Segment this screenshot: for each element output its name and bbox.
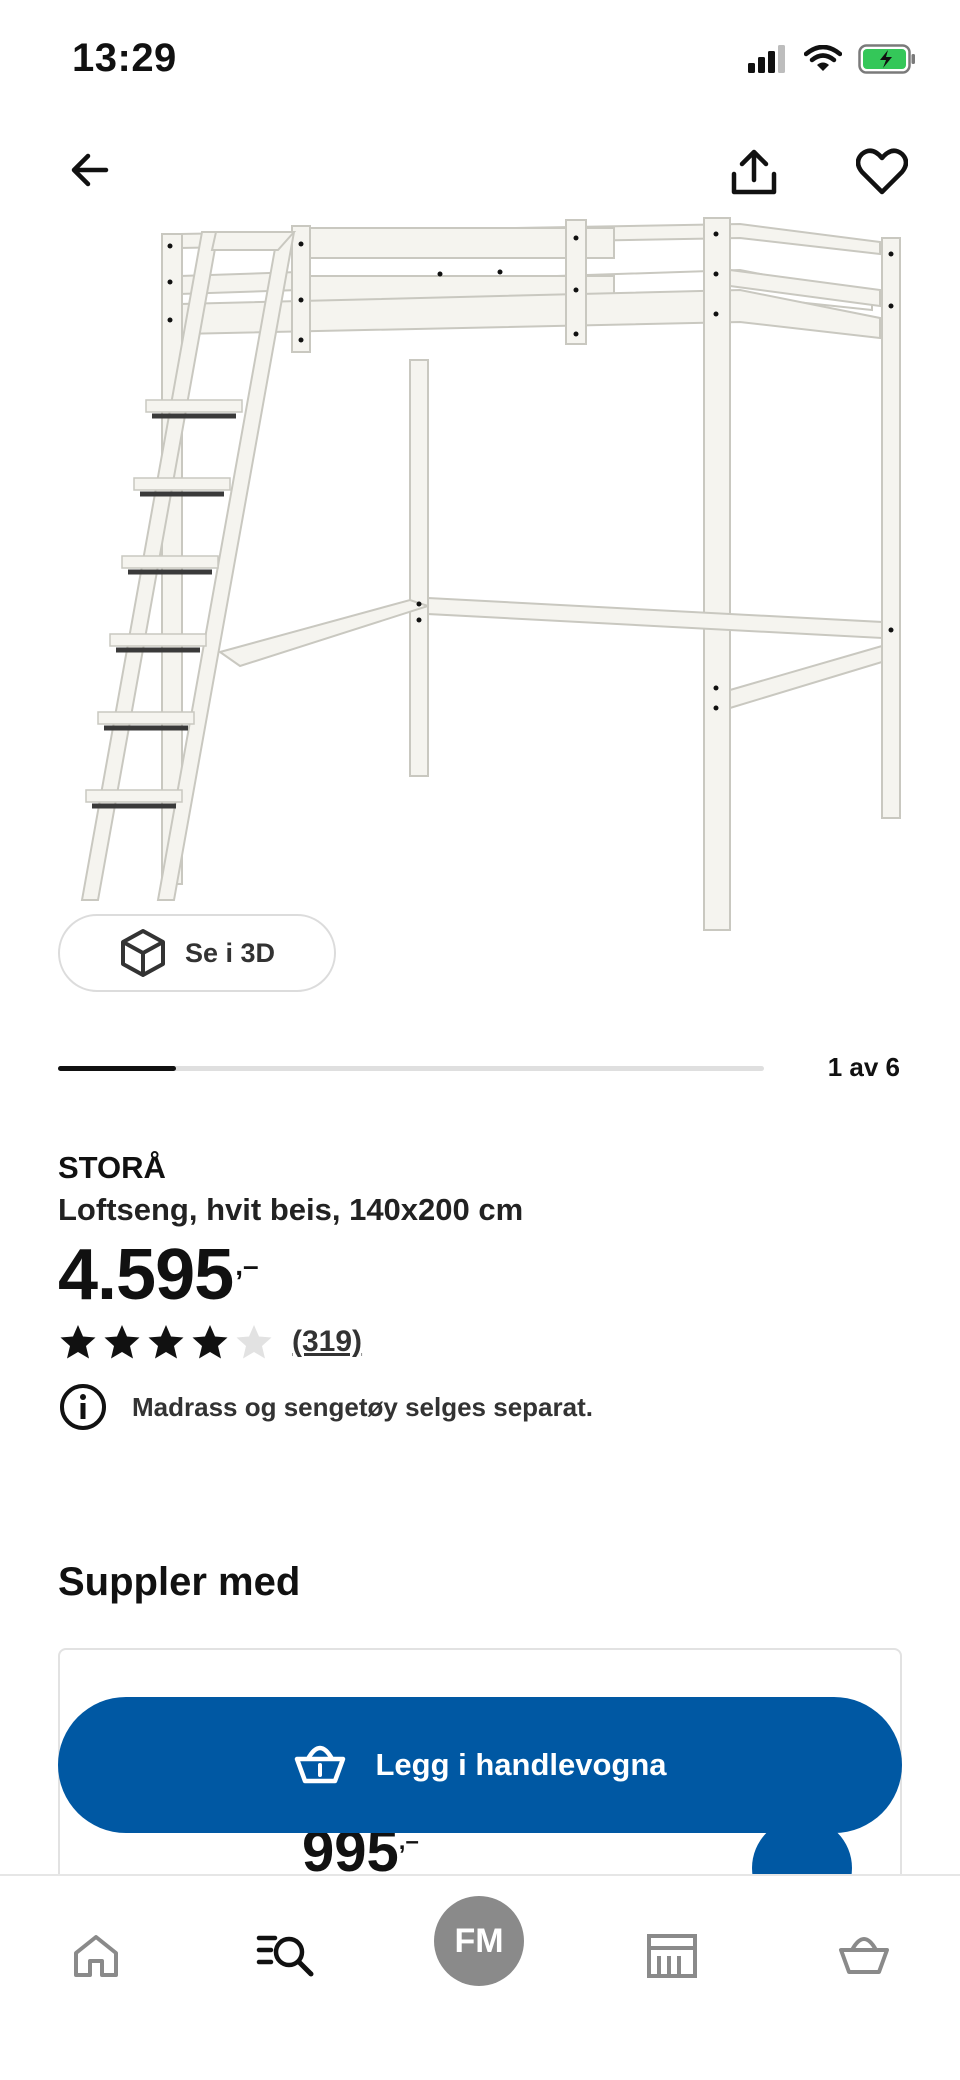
gallery-progress: [58, 1066, 764, 1071]
wifi-icon: [803, 44, 843, 78]
nav-stores[interactable]: [632, 1916, 712, 1996]
price-value: 4.595: [58, 1235, 234, 1315]
signal-icon: [748, 45, 788, 78]
heart-icon: [856, 148, 908, 195]
basket-icon: [295, 1745, 346, 1784]
product-name: STORÅ: [58, 1150, 166, 1185]
bottom-navigation: FM: [0, 1874, 960, 2080]
status-time: 13:29: [72, 36, 177, 80]
gallery-progress-fill: [58, 1066, 176, 1071]
cube-icon: [120, 929, 165, 977]
share-icon: [731, 149, 777, 195]
star-icon: [192, 1325, 228, 1359]
arrow-left-icon: [71, 153, 109, 187]
info-icon: [60, 1384, 106, 1430]
view-3d-button[interactable]: Se i 3D: [58, 914, 336, 992]
home-icon: [74, 1935, 118, 1977]
battery-icon: [858, 44, 916, 79]
search-list-icon: [256, 1935, 314, 1977]
nav-cart[interactable]: [824, 1916, 904, 1996]
product-price: 4.595 ,–: [58, 1234, 259, 1316]
star-icon: [236, 1325, 272, 1359]
share-button[interactable]: [722, 140, 786, 204]
rating[interactable]: (319): [58, 1322, 362, 1362]
add-to-cart-label: Legg i handlevogna: [375, 1747, 667, 1782]
add-to-cart-button[interactable]: Legg i handlevogna: [58, 1697, 902, 1833]
star-icon: [148, 1325, 184, 1359]
product-image[interactable]: [40, 210, 920, 940]
star-icon: [60, 1325, 96, 1359]
price-suffix: ,–: [235, 1250, 259, 1281]
info-notice: Madrass og sengetøy selges separat.: [58, 1382, 593, 1432]
nav-profile-avatar[interactable]: FM: [434, 1896, 524, 1986]
section-title: Suppler med: [58, 1560, 301, 1604]
rating-stars: [58, 1322, 274, 1362]
back-button[interactable]: [60, 140, 120, 200]
store-icon: [647, 1934, 697, 1978]
view-3d-label: Se i 3D: [184, 937, 276, 968]
status-icons: [748, 44, 916, 79]
cart-icon: [839, 1937, 889, 1974]
nav-home[interactable]: [56, 1916, 136, 1996]
product-description: Loftseng, hvit beis, 140x200 cm: [58, 1192, 524, 1227]
gallery-counter: 1 av 6: [827, 1052, 900, 1082]
review-count-link[interactable]: (319): [292, 1325, 362, 1359]
nav-search[interactable]: [246, 1916, 326, 1996]
favorite-button[interactable]: [850, 140, 914, 204]
star-icon: [104, 1325, 140, 1359]
notice-text: Madrass og sengetøy selges separat.: [132, 1391, 593, 1422]
